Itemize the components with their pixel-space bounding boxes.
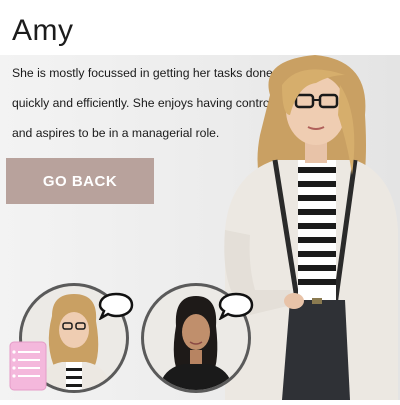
persona-name: Amy: [12, 14, 74, 47]
speech-bubble-icon: [98, 292, 134, 320]
persona-portrait: [220, 55, 400, 400]
speech-bubble-icon: [218, 292, 254, 320]
go-back-button[interactable]: GO BACK: [6, 158, 154, 204]
notepad-icon[interactable]: [8, 340, 48, 392]
